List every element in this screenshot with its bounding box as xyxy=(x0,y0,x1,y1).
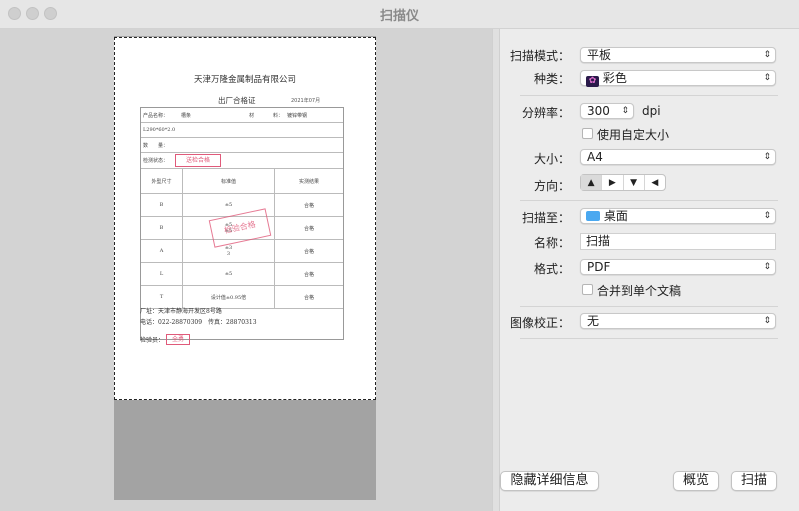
hide-details-button[interactable]: 隐藏详细信息 xyxy=(500,471,599,491)
chevron-updown-icon: ⇕ xyxy=(763,262,771,272)
chevron-updown-icon: ⇕ xyxy=(763,50,771,60)
color-flower-icon: ✿ xyxy=(586,76,599,87)
correction-popup[interactable]: 无 ⇕ xyxy=(580,313,776,329)
custom-size-label[interactable]: 使用自定大小 xyxy=(597,126,669,143)
upside-down-orientation-icon[interactable]: ▼ xyxy=(624,175,645,190)
name-label: 名称： xyxy=(533,236,570,250)
chevron-updown-icon: ⇕ xyxy=(763,73,771,83)
doc-cert-date: 2021年07月 xyxy=(291,98,321,104)
mode-label: 扫描模式： xyxy=(509,49,570,63)
size-popup[interactable]: A4 ⇕ xyxy=(580,149,776,165)
resolution-unit: dpi xyxy=(642,104,661,118)
separator xyxy=(520,338,778,339)
scan-to-label: 扫描至： xyxy=(521,211,570,225)
folder-icon xyxy=(586,211,600,221)
mode-popup[interactable]: 平板 ⇕ xyxy=(580,47,776,63)
doc-inspector-label: 检验员： xyxy=(140,337,165,344)
title-bar: 扫描仪 xyxy=(0,0,799,29)
name-field[interactable]: 扫描 xyxy=(580,233,776,250)
scan-preview-area[interactable]: 天津万隆金属制品有限公司 出厂合格证 2021年07月 产品名称： 槽条 材 料… xyxy=(0,29,492,511)
split-divider[interactable] xyxy=(492,29,500,511)
scanned-document[interactable]: 天津万隆金属制品有限公司 出厂合格证 2021年07月 产品名称： 槽条 材 料… xyxy=(114,37,376,400)
doc-company: 天津万隆金属制品有限公司 xyxy=(193,75,296,85)
combine-checkbox[interactable] xyxy=(582,284,593,295)
kind-popup[interactable]: ✿ 彩色 ⇕ xyxy=(580,70,776,87)
landscape-left-orientation-icon[interactable]: ▶ xyxy=(602,175,624,190)
size-label: 大小： xyxy=(533,152,570,166)
separator xyxy=(520,200,778,201)
format-label: 格式： xyxy=(533,262,570,276)
doc-inspection-row: 检测状态： 送检合格 xyxy=(141,153,343,169)
overview-button[interactable]: 概览 xyxy=(673,471,719,491)
chevron-updown-icon: ⇕ xyxy=(763,211,771,221)
scan-to-popup[interactable]: 桌面 ⇕ xyxy=(580,208,776,224)
doc-address: 厂址：天津市静海开发区8号路 xyxy=(140,308,222,315)
doc-phone: 电话：022-28870309 传真：28870313 xyxy=(140,319,257,326)
doc-table-row: L ±5 合格 xyxy=(141,263,343,286)
separator xyxy=(520,95,778,96)
resolution-label: 分辨率： xyxy=(521,106,570,120)
correction-label: 图像校正： xyxy=(509,316,570,330)
inspection-stamp: 送检合格 xyxy=(175,154,221,167)
chevron-updown-icon: ⇕ xyxy=(763,316,771,326)
inspector-stamp: 全勇 xyxy=(166,334,190,345)
orientation-segmented-control[interactable]: ▲ ▶ ▼ ◀ xyxy=(580,174,666,191)
doc-spec-row: L290*60*2.0 xyxy=(141,123,343,138)
combine-label[interactable]: 合并到单个文稿 xyxy=(597,282,681,299)
doc-quantity-row: 数 量： xyxy=(141,138,343,153)
custom-size-checkbox[interactable] xyxy=(582,128,593,139)
settings-panel: 扫描模式： 平板 ⇕ 种类： ✿ 彩色 ⇕ 分辨率： 300 ⇕ dpi 使用自… xyxy=(500,29,799,511)
chevron-updown-icon: ⇕ xyxy=(763,152,771,162)
resolution-popup[interactable]: 300 ⇕ xyxy=(580,103,634,119)
landscape-right-orientation-icon[interactable]: ◀ xyxy=(645,175,665,190)
format-popup[interactable]: PDF ⇕ xyxy=(580,259,776,275)
doc-table-row: A ±3 3 合格 xyxy=(141,240,343,263)
scanner-window: 扫描仪 天津万隆金属制品有限公司 出厂合格证 2021年07月 产品名称： 槽条… xyxy=(0,0,799,511)
doc-product-row: 产品名称： 槽条 材 料： 镀锌带钢 xyxy=(141,108,343,123)
separator xyxy=(520,306,778,307)
chevron-updown-icon: ⇕ xyxy=(621,106,629,116)
window-title: 扫描仪 xyxy=(379,9,419,24)
scan-button[interactable]: 扫描 xyxy=(731,471,777,491)
portrait-orientation-icon[interactable]: ▲ xyxy=(581,175,603,190)
orientation-label: 方向： xyxy=(533,179,570,193)
doc-cert-title: 出厂合格证 xyxy=(218,96,256,105)
doc-table-header: 外型尺寸 标准值 实测结果 xyxy=(141,169,343,194)
kind-label: 种类： xyxy=(533,72,570,86)
